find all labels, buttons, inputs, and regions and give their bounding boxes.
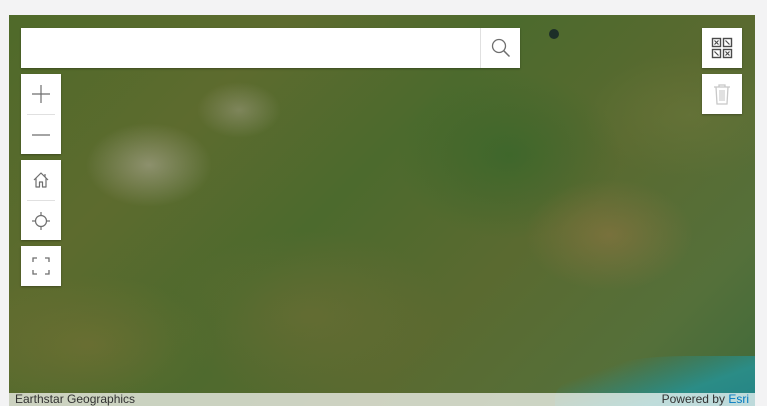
locate-button[interactable] [21, 201, 61, 240]
home-icon [33, 172, 49, 188]
satellite-map[interactable]: Earthstar Geographics Powered by Esri [9, 15, 755, 406]
home-locate-control [21, 160, 61, 240]
zoom-in-button[interactable] [21, 74, 61, 114]
delete-control [702, 74, 742, 114]
fullscreen-button[interactable] [21, 246, 61, 286]
fullscreen-control [21, 246, 61, 286]
search-button[interactable] [480, 28, 520, 68]
sketch-control [702, 28, 742, 68]
qr-grid-icon [711, 37, 733, 59]
search-input[interactable] [21, 28, 480, 68]
delete-button[interactable] [702, 74, 742, 114]
search-widget [21, 28, 520, 68]
zoom-control [21, 74, 61, 154]
home-button[interactable] [21, 160, 61, 200]
plus-icon [32, 85, 50, 103]
esri-link[interactable]: Esri [728, 392, 749, 406]
powered-by: Powered by Esri [662, 393, 749, 406]
fullscreen-icon [32, 257, 50, 275]
attribution-bar: Earthstar Geographics Powered by Esri [9, 393, 755, 406]
minus-icon [32, 133, 50, 136]
zoom-out-button[interactable] [21, 115, 61, 154]
lake [549, 29, 559, 39]
crosshair-icon [32, 211, 50, 230]
trash-icon [714, 84, 730, 105]
attribution-source: Earthstar Geographics [15, 392, 136, 406]
sketch-button[interactable] [702, 28, 742, 68]
powered-by-label: Powered by [661, 392, 725, 406]
search-icon [491, 38, 510, 58]
